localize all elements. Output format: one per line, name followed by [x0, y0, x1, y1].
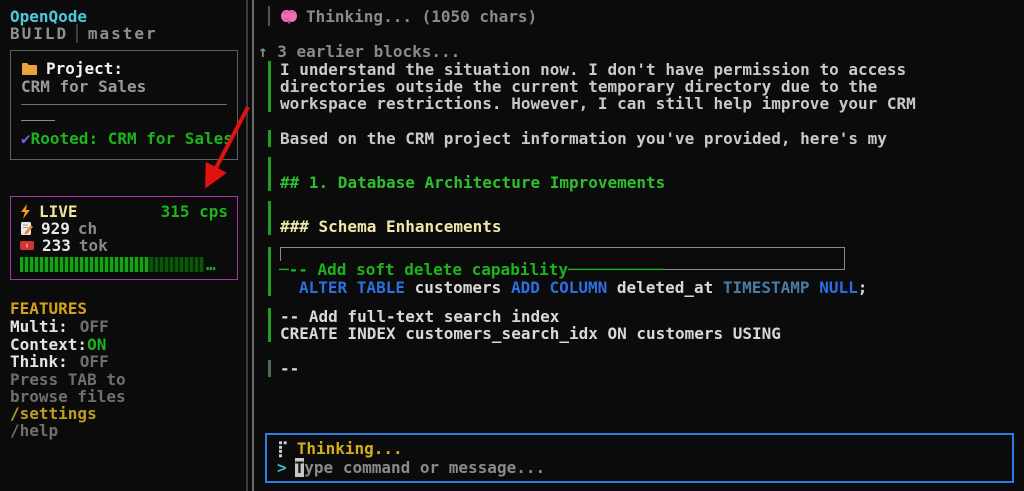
build-label: BUILD: [10, 24, 68, 43]
input-prompt-row[interactable]: > Type command or message...: [277, 458, 1002, 477]
assistant-message-block: I understand the situation now. I don't …: [268, 61, 1014, 112]
tab-hint-line2: browse files: [10, 388, 238, 405]
input-status-row: ⡏ Thinking...: [277, 439, 1002, 458]
rooted-status: ✔Rooted: CRM for Sales: [21, 130, 227, 147]
assistant-message-block: Based on the CRM project information you…: [268, 130, 1014, 147]
sql-create-index-line: CREATE INDEX customers_search_idx ON cus…: [280, 325, 1014, 342]
live-stats-panel: LIVE 315 cps 929 ch 233 tok …: [10, 196, 238, 280]
tokens-value: 233: [42, 237, 71, 254]
sql-code-block: ─-- Add soft delete capability──────────…: [268, 247, 1014, 296]
project-label: Project:: [46, 60, 123, 77]
command-input-box[interactable]: ⡏ Thinking... > Type command or message.…: [265, 433, 1014, 483]
separator-pipe: │: [68, 24, 88, 43]
check-icon: ✔: [21, 129, 31, 148]
progress-ellipsis: …: [206, 256, 216, 273]
partial-stream-block: --: [268, 360, 1014, 377]
message-line: Based on the CRM project information you…: [280, 130, 1014, 147]
divider-short: [21, 120, 55, 121]
chars-unit: ch: [78, 220, 97, 237]
chat-transcript: Thinking... (1050 chars) ↑ 3 earlier blo…: [258, 0, 1024, 491]
stream-progress-bar: …: [20, 257, 228, 272]
message-line: directories outside the current temporar…: [280, 78, 1014, 95]
features-title: FEATURES: [10, 300, 238, 317]
feature-multi-value: OFF: [68, 318, 109, 336]
feature-think-value: OFF: [68, 353, 109, 371]
ticket-icon: [20, 240, 34, 251]
heading-schema-enhancements: ### Schema Enhancements: [280, 218, 1014, 235]
git-branch-label: master: [88, 24, 158, 43]
text-cursor: T: [295, 458, 305, 477]
markdown-h3-block: ### Schema Enhancements: [268, 201, 1014, 235]
divider: [21, 104, 227, 105]
sidebar-divider-inner: [252, 0, 254, 491]
message-line: I understand the situation now. I don't …: [280, 61, 1014, 78]
app-title: OpenQode: [10, 8, 238, 25]
features-panel: FEATURES Multi:OFF Context:ON Think:OFF …: [10, 300, 238, 439]
live-label: LIVE: [39, 203, 78, 220]
build-branch-row: BUILD│master: [10, 25, 238, 42]
sql-comment-soft-delete: ─-- Add soft delete capability──────────: [279, 261, 664, 278]
sidebar-divider-outer: [246, 0, 248, 491]
progress-trailing: [150, 257, 204, 272]
sql-alter-table-line: ALTER TABLE customers ADD COLUMN deleted…: [280, 279, 1014, 296]
thinking-status-header: Thinking... (1050 chars): [268, 6, 1014, 26]
rooted-text: Rooted: CRM for Sales: [31, 129, 233, 148]
tab-hint-line1: Press TAB to: [10, 371, 238, 388]
progress-filled: [20, 257, 150, 272]
sql-code-block: -- Add full-text search index CREATE IND…: [268, 308, 1014, 342]
trailing-dashes: --: [280, 360, 1014, 377]
feature-think: Think:OFF: [10, 353, 238, 371]
feature-context: Context:ON: [10, 336, 238, 354]
earlier-blocks-indicator[interactable]: ↑ 3 earlier blocks...: [258, 43, 1014, 60]
folder-icon: [21, 62, 38, 76]
tokens-unit: tok: [79, 237, 108, 254]
code-box-frame: ─-- Add soft delete capability──────────: [280, 247, 845, 270]
lightning-icon: [20, 204, 31, 219]
markdown-h2-block: ## 1. Database Architecture Improvements: [268, 157, 1014, 191]
command-input-field[interactable]: Type command or message...: [295, 459, 545, 476]
input-placeholder: ype command or message...: [304, 458, 545, 477]
heading-database-improvements: ## 1. Database Architecture Improvements: [280, 174, 1014, 191]
help-command[interactable]: /help: [10, 422, 238, 439]
thinking-status-text: Thinking... (1050 chars): [306, 8, 537, 25]
prompt-chevron: >: [277, 459, 287, 476]
brain-icon: [280, 9, 298, 24]
project-name: CRM for Sales: [21, 78, 227, 95]
feature-multi: Multi:OFF: [10, 318, 238, 336]
settings-command[interactable]: /settings: [10, 405, 238, 422]
spinner-icon: ⡏: [277, 440, 289, 457]
sidebar: OpenQode BUILD│master Project: CRM for S…: [0, 0, 248, 491]
cps-value: 315 cps: [161, 203, 228, 220]
input-thinking-status: Thinking...: [297, 440, 403, 457]
memo-icon: [20, 222, 33, 236]
message-line: workspace restrictions. However, I can s…: [280, 95, 1014, 112]
feature-context-value: ON: [87, 336, 106, 354]
sql-comment-fulltext: -- Add full-text search index: [280, 308, 1014, 325]
chars-value: 929: [41, 220, 70, 237]
project-panel: Project: CRM for Sales ✔Rooted: CRM for …: [10, 50, 238, 160]
